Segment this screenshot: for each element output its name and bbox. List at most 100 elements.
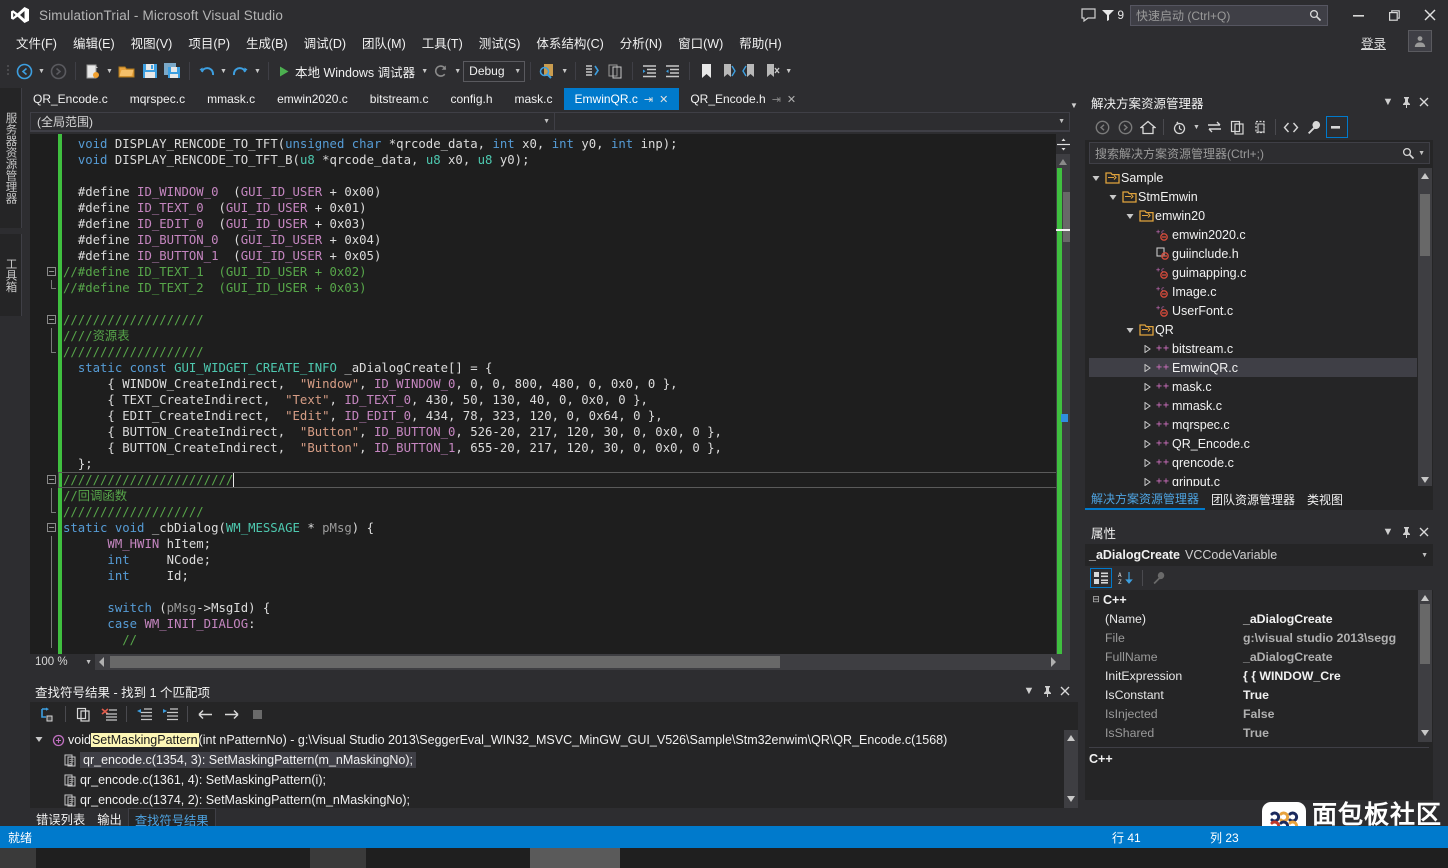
close-button[interactable] [1412,0,1448,30]
code-line[interactable]: { EDIT_CreateIndirect, "Edit", ID_EDIT_0… [63,408,1070,424]
code-line[interactable]: }; [63,456,1070,472]
close-icon[interactable] [1056,681,1074,701]
pin-icon[interactable] [1397,92,1415,112]
tree-expander-icon[interactable] [1123,326,1137,334]
property-pages-icon[interactable] [1148,568,1170,588]
pin-icon[interactable]: ⇥ [644,93,653,106]
refresh-dropdown-icon[interactable]: ▼ [452,68,463,75]
forward-icon[interactable] [1114,116,1136,138]
code-line[interactable]: ////资源表 [51,328,1070,344]
scroll-up-arrow-icon[interactable] [1066,732,1076,746]
tree-item-mqrspec-c[interactable]: + + mqrspec.c [1089,415,1417,434]
find-result-row[interactable]: qr_encode.c(1361, 4): SetMaskingPattern(… [30,770,1062,790]
search-options-chevron-icon[interactable]: ▼ [1418,150,1425,157]
editor-zoom-combo[interactable]: 100 % ▼ [30,654,95,670]
menu-analyze[interactable]: 分析(N) [612,31,670,54]
code-line[interactable]: #define ID_WINDOW_0 (GUI_ID_USER + 0x00) [63,184,1070,200]
properties-category[interactable]: ⊟ C++ [1089,590,1417,609]
fold-toggle-icon[interactable]: − [47,267,56,276]
code-line[interactable]: int Id; [51,568,1070,584]
doc-tab-bitstream-c[interactable]: bitstream.c [358,88,440,110]
doc-tab-mqrspec-c[interactable]: mqrspec.c [118,88,197,110]
code-line[interactable]: − static void _cbDialog(WM_MESSAGE * pMsg… [47,520,1070,536]
code-line[interactable]: static const GUI_WIDGET_CREATE_INFO _aDi… [63,360,1070,376]
code-line[interactable]: /////////////////// [51,504,1070,520]
code-line[interactable]: // [51,632,1070,648]
chevron-down-icon[interactable]: ▼ [1379,522,1397,542]
code-line[interactable]: −/////////////////// [47,312,1070,328]
editor-code-text[interactable]: void DISPLAY_RENCODE_TO_TFT(unsigned cha… [47,136,1070,654]
property-value[interactable]: { { WINDOW_Cre [1241,669,1417,683]
code-line[interactable] [63,168,1070,184]
close-icon[interactable] [1415,522,1433,542]
code-view-icon[interactable] [1280,116,1302,138]
tree-item-qrencode-c[interactable]: + + qrencode.c [1089,453,1417,472]
categorized-icon[interactable] [1090,568,1112,588]
navigate-back-dropdown-icon[interactable]: ▼ [36,68,47,75]
code-line[interactable]: switch (pMsg->MsgId) { [51,600,1070,616]
tree-item-userfont-c[interactable]: + c UserFont.c [1089,301,1417,320]
split-view-icon[interactable] [1056,134,1070,154]
menu-window[interactable]: 窗口(W) [670,31,731,54]
code-line[interactable]: #define ID_BUTTON_1 (GUI_ID_USER + 0x05) [63,248,1070,264]
find-result-root[interactable]: void SetMaskingPattern (int nPatternNo) -… [30,730,1062,750]
taskbar-item[interactable] [0,848,36,868]
property-row[interactable]: FullName _aDialogCreate [1089,647,1417,666]
code-line[interactable]: { BUTTON_CreateIndirect, "Button", ID_BU… [63,424,1070,440]
next-icon[interactable] [219,703,243,725]
tree-expander-icon[interactable] [1140,477,1154,486]
navigate-back-icon[interactable] [13,59,36,83]
solution-tree[interactable]: Sample StmEmwin emwin20 + c emwin2020.c guiinc… [1089,168,1417,486]
property-value[interactable]: _aDialogCreate [1241,650,1417,664]
menu-debug[interactable]: 调试(D) [296,31,354,54]
code-line[interactable] [51,584,1070,600]
save-icon[interactable] [139,59,161,83]
toolbar-overflow-icon[interactable]: ▼ [783,68,794,75]
notifications-indicator[interactable]: 9 [1101,8,1124,22]
expand-icon[interactable] [158,703,182,725]
properties-scrollbar[interactable] [1418,590,1432,742]
tree-item-qr-encode-c[interactable]: + + QR_Encode.c [1089,434,1417,453]
solution-explorer-scroll-thumb[interactable] [1420,194,1430,256]
tree-item-image-c[interactable]: + c Image.c [1089,282,1417,301]
sidebar-tab-toolbox[interactable]: 工具箱 [0,234,22,316]
collapse-icon[interactable] [132,703,156,725]
undo-icon[interactable] [195,59,218,83]
tree-item-qr[interactable]: QR [1089,320,1417,339]
code-line[interactable]: #define ID_BUTTON_0 (GUI_ID_USER + 0x04) [63,232,1070,248]
scroll-up-arrow-icon[interactable] [1058,156,1068,165]
close-icon[interactable] [1415,92,1433,112]
code-line[interactable]: //回调函数 [51,488,1070,504]
editor-hscroll-thumb[interactable] [110,656,780,668]
member-combo[interactable]: ▼ [555,112,1070,131]
taskbar-item[interactable] [310,848,366,868]
properties-grid[interactable]: ⊟ C++ (Name) _aDialogCreate File g:\visual st… [1089,590,1417,742]
tree-expander-icon[interactable] [1089,174,1103,182]
properties-wrench-icon[interactable] [1303,116,1325,138]
preview-pane-icon[interactable] [1326,116,1348,138]
tab-solution-explorer[interactable]: 解决方案资源管理器 [1085,488,1206,510]
doc-tab-qr-encode-c[interactable]: QR_Encode.c [22,88,119,110]
find-dropdown-icon[interactable]: ▼ [559,68,570,75]
code-editor[interactable]: void DISPLAY_RENCODE_TO_TFT(unsigned cha… [30,134,1070,654]
chevron-down-icon[interactable]: ▼ [1020,681,1038,701]
toolbar-grip[interactable] [6,62,13,80]
property-value[interactable]: True [1241,688,1417,702]
close-tab-icon[interactable]: ✕ [659,93,668,106]
menu-file[interactable]: 文件(F) [8,31,65,54]
property-value[interactable]: False [1241,707,1417,721]
editor-vertical-scrollbar[interactable] [1056,134,1070,654]
fold-toggle-icon[interactable]: − [47,315,56,324]
tree-item-stmemwin[interactable]: StmEmwin [1089,187,1417,206]
redo-icon[interactable] [229,59,252,83]
find-symbol-results-scrollbar[interactable] [1064,730,1078,808]
find-in-files-icon[interactable] [536,59,559,83]
sync-icon[interactable] [1203,116,1225,138]
tree-item-guimapping-c[interactable]: + c guimapping.c [1089,263,1417,282]
quick-launch-input[interactable]: 快速启动 (Ctrl+Q) [1130,4,1328,26]
fold-toggle-icon[interactable]: − [47,523,56,532]
property-row[interactable]: IsShared True [1089,723,1417,742]
find-result-row[interactable]: qr_encode.c(1374, 2): SetMaskingPattern(… [30,790,1062,808]
start-debugging-button[interactable]: 本地 Windows 调试器 [274,62,419,81]
doc-tab-config-h[interactable]: config.h [439,88,504,110]
